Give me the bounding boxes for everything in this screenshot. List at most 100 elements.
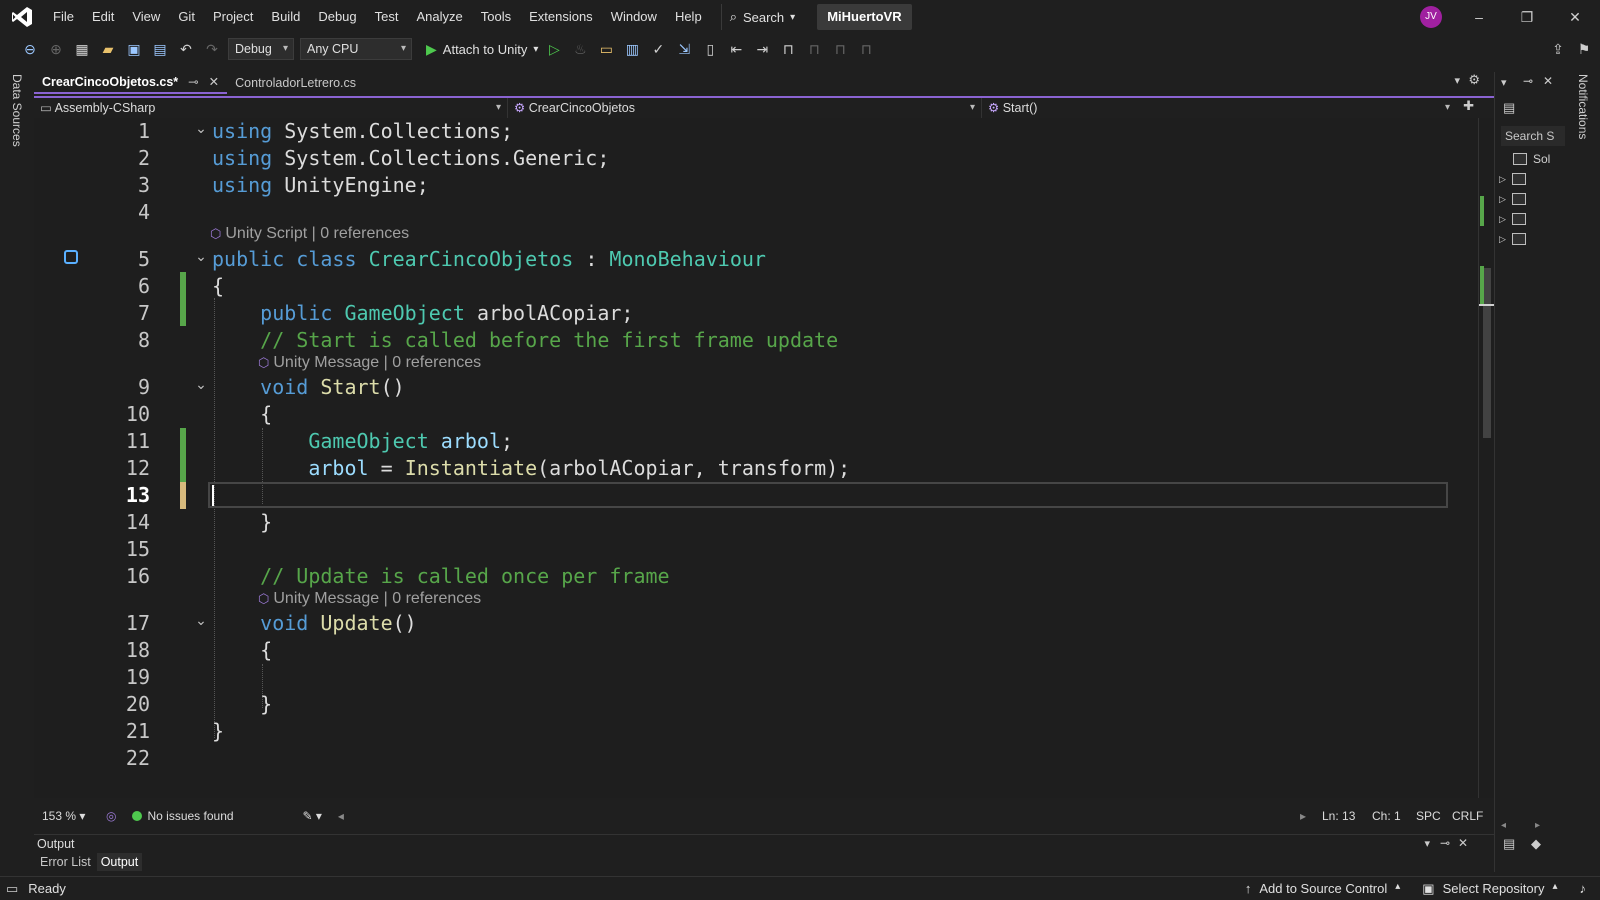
git-changes-tab-icon[interactable]: ◆ bbox=[1531, 836, 1541, 852]
scrollbar-thumb[interactable] bbox=[1483, 268, 1491, 438]
pin-icon[interactable]: ⊸ bbox=[188, 71, 198, 93]
account-avatar[interactable]: JV bbox=[1420, 6, 1442, 28]
data-sources-tab[interactable]: Data Sources bbox=[10, 74, 24, 147]
solution-search-input[interactable]: Search S bbox=[1501, 126, 1565, 146]
expand-icon[interactable]: ▷ bbox=[1499, 234, 1506, 245]
issues-indicator[interactable]: No issues found bbox=[124, 809, 294, 823]
folder-icon[interactable]: ▭ bbox=[596, 39, 616, 59]
solution-toolbar-icon[interactable]: ▤ bbox=[1503, 100, 1515, 116]
add-to-source-control-button[interactable]: ↑ Add to Source Control ▴ bbox=[1245, 881, 1400, 896]
menu-project[interactable]: Project bbox=[204, 0, 262, 34]
menu-analyze[interactable]: Analyze bbox=[407, 0, 471, 34]
gear-icon[interactable]: ⚙ bbox=[1468, 72, 1480, 88]
close-window-button[interactable]: ✕ bbox=[1552, 0, 1598, 34]
zoom-select[interactable]: 153 % ▾ bbox=[34, 809, 98, 823]
minimize-button[interactable]: – bbox=[1456, 0, 1502, 34]
member-dropdown[interactable]: ⚙ Start() bbox=[982, 98, 1456, 118]
undo-icon[interactable]: ↶ bbox=[176, 39, 196, 59]
close-icon[interactable]: ✕ bbox=[1543, 74, 1553, 88]
close-icon[interactable]: ✕ bbox=[1458, 836, 1468, 850]
tab-overflow-icon[interactable]: ▾ bbox=[1454, 74, 1460, 87]
select-repository-button[interactable]: ▣ Select Repository ▴ bbox=[1422, 881, 1557, 897]
outdent-icon[interactable]: ⇤ bbox=[726, 39, 746, 59]
menu-tools[interactable]: Tools bbox=[472, 0, 520, 34]
whitespace-indicator[interactable]: SPC bbox=[1408, 809, 1444, 823]
code-editor[interactable]: 1 2 3 4 5 6 7 8 9 10 11 12 13 14 15 16 1… bbox=[34, 118, 1478, 798]
split-editor-icon[interactable]: ✚ bbox=[1463, 98, 1474, 114]
horizontal-scrollbar[interactable] bbox=[352, 810, 1292, 822]
menu-window[interactable]: Window bbox=[602, 0, 666, 34]
panel-menu-icon[interactable]: ▾ bbox=[1501, 76, 1507, 89]
spell-check-icon[interactable]: ✓ bbox=[648, 39, 668, 59]
line-ending-indicator[interactable]: CRLF bbox=[1444, 809, 1494, 823]
codelens-update[interactable]: ⬡ Unity Message | 0 references bbox=[258, 588, 481, 610]
redo-icon[interactable]: ↷ bbox=[202, 39, 222, 59]
hot-reload-icon[interactable]: ♨ bbox=[570, 39, 590, 59]
restore-button[interactable]: ❐ bbox=[1504, 0, 1550, 34]
bell-icon[interactable]: ♪ bbox=[1580, 881, 1587, 896]
prev-bookmark-icon[interactable]: ⊓ bbox=[804, 39, 824, 59]
project-node[interactable]: ▷ bbox=[1499, 190, 1565, 208]
feedback-icon[interactable]: ⚑ bbox=[1574, 39, 1594, 59]
new-project-icon[interactable]: ▦ bbox=[72, 39, 92, 59]
start-without-debugging-icon[interactable]: ▷ bbox=[544, 39, 564, 59]
panel-menu-icon[interactable]: ▾ bbox=[1424, 837, 1430, 850]
tab-controladorletrero[interactable]: ControladorLetrero.cs bbox=[227, 72, 364, 94]
solution-configuration-select[interactable]: Debug bbox=[228, 38, 294, 60]
scroll-right-icon[interactable]: ▸ bbox=[1535, 820, 1540, 831]
solution-explorer-tab-icon[interactable]: ▤ bbox=[1503, 836, 1515, 852]
menu-debug[interactable]: Debug bbox=[309, 0, 365, 34]
notifications-tab[interactable]: Notifications bbox=[1576, 74, 1590, 139]
bookmark-icon[interactable]: ⊓ bbox=[778, 39, 798, 59]
solution-node[interactable]: Sol bbox=[1499, 150, 1565, 168]
layout-icon[interactable]: ▥ bbox=[622, 39, 642, 59]
menu-help[interactable]: Help bbox=[666, 0, 711, 34]
menu-edit[interactable]: Edit bbox=[83, 0, 123, 34]
tab-output[interactable]: Output bbox=[96, 853, 143, 871]
code-line-current[interactable] bbox=[34, 482, 1474, 509]
menu-extensions[interactable]: Extensions bbox=[520, 0, 602, 34]
copilot-icon[interactable]: ◎ bbox=[98, 809, 124, 823]
solution-name-badge[interactable]: MiHuertoVR bbox=[817, 4, 912, 30]
format-icon[interactable]: ▯ bbox=[700, 39, 720, 59]
expand-icon[interactable]: ▷ bbox=[1499, 214, 1506, 225]
project-node[interactable]: ▷ bbox=[1499, 170, 1565, 188]
expand-icon[interactable]: ▷ bbox=[1499, 174, 1506, 185]
attach-to-unity-button[interactable]: ▶ Attach to Unity ▾ bbox=[426, 41, 538, 58]
tab-crearcincoobjetos[interactable]: CrearCincoObjetos.cs* ⊸ ✕ bbox=[34, 71, 228, 94]
expand-icon[interactable]: ▷ bbox=[1499, 194, 1506, 205]
menu-test[interactable]: Test bbox=[366, 0, 408, 34]
clear-bookmarks-icon[interactable]: ⊓ bbox=[856, 39, 876, 59]
pin-icon[interactable]: ⊸ bbox=[1440, 836, 1450, 850]
vertical-scrollbar[interactable] bbox=[1478, 118, 1495, 798]
live-share-icon[interactable]: ⇪ bbox=[1548, 39, 1568, 59]
menu-git[interactable]: Git bbox=[169, 0, 204, 34]
menu-file[interactable]: File bbox=[44, 0, 83, 34]
save-all-icon[interactable]: ▤ bbox=[150, 39, 170, 59]
scroll-right-icon[interactable]: ▸ bbox=[1292, 809, 1314, 823]
line-indicator[interactable]: Ln: 13 bbox=[1314, 809, 1364, 823]
close-icon[interactable]: ✕ bbox=[209, 71, 219, 93]
open-file-icon[interactable]: ▰ bbox=[98, 39, 118, 59]
scroll-left-icon[interactable]: ◂ bbox=[1501, 820, 1506, 831]
codelens-class[interactable]: ⬡ Unity Script | 0 references bbox=[210, 223, 409, 245]
indent-icon[interactable]: ⇥ bbox=[752, 39, 772, 59]
navigate-forward-icon[interactable]: ⊕ bbox=[46, 39, 66, 59]
scroll-left-icon[interactable]: ◂ bbox=[330, 809, 352, 823]
pin-icon[interactable]: ⊸ bbox=[1523, 74, 1533, 88]
solution-platform-select[interactable]: Any CPU bbox=[300, 38, 412, 60]
step-icon[interactable]: ⇲ bbox=[674, 39, 694, 59]
menu-view[interactable]: View bbox=[123, 0, 169, 34]
next-bookmark-icon[interactable]: ⊓ bbox=[830, 39, 850, 59]
project-node[interactable]: ▷ bbox=[1499, 230, 1565, 248]
navigate-back-icon[interactable]: ⊖ bbox=[20, 39, 40, 59]
code-cleanup-icon[interactable]: ✎ ▾ bbox=[294, 809, 329, 823]
global-search-button[interactable]: ⌕ Search ▾ bbox=[720, 4, 804, 30]
class-dropdown[interactable]: ⚙ CrearCincoObjetos bbox=[508, 98, 982, 118]
tab-error-list[interactable]: Error List bbox=[36, 853, 95, 871]
project-dropdown[interactable]: ▭ Assembly-CSharp bbox=[34, 98, 508, 118]
column-indicator[interactable]: Ch: 1 bbox=[1364, 809, 1408, 823]
project-node[interactable]: ▷ bbox=[1499, 210, 1565, 228]
save-icon[interactable]: ▣ bbox=[124, 39, 144, 59]
menu-build[interactable]: Build bbox=[262, 0, 309, 34]
